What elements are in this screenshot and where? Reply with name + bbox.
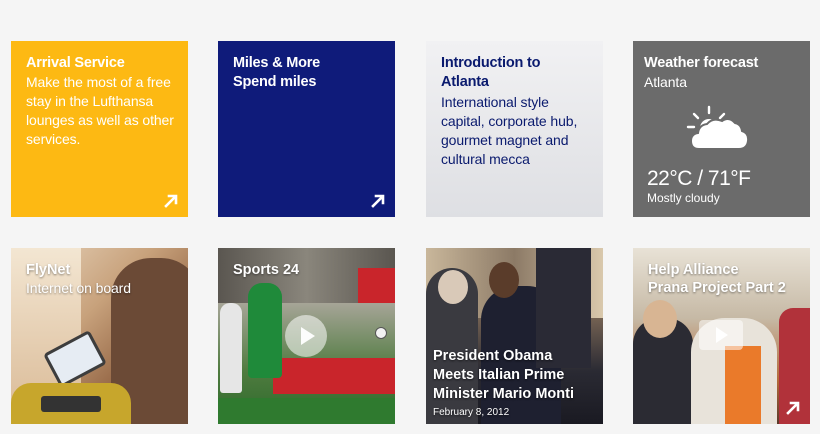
arrow-up-right-icon — [164, 194, 178, 208]
pitch-grass — [218, 398, 395, 424]
arrival-service-title: Arrival Service — [26, 55, 125, 71]
introduction-to-atlanta-tile[interactable]: Introduction to Atlanta International st… — [426, 41, 603, 217]
flynet-tile[interactable]: FlyNet Internet on board — [11, 248, 188, 424]
person-center-head — [489, 262, 519, 298]
weather-city: Atlanta — [644, 74, 687, 90]
arrow-up-right-icon — [371, 194, 385, 208]
help-alliance-title-block: Help Alliance Prana Project Part 2 — [648, 261, 800, 297]
partly-cloudy-icon — [686, 105, 750, 150]
flynet-subtitle: Internet on board — [26, 280, 131, 296]
weather-forecast-tile[interactable]: Weather forecast Atlanta 22°C / 71°F Mos… — [633, 41, 810, 217]
weather-title: Weather forecast — [644, 55, 759, 71]
flynet-title: FlyNet — [26, 262, 71, 278]
advertising-board — [273, 358, 395, 394]
flynet-title-block: FlyNet Internet on board — [26, 261, 178, 298]
sports-title: Sports 24 — [233, 262, 300, 278]
obama-headline: President Obama Meets Italian Prime Mini… — [433, 348, 574, 402]
soccer-ball — [375, 327, 387, 339]
weather-condition: Mostly cloudy — [647, 191, 720, 205]
weather-title-block: Weather forecast Atlanta — [644, 54, 802, 92]
orange-garment — [725, 346, 761, 424]
sports-24-tile[interactable]: Sports 24 — [218, 248, 395, 424]
player-green-kit — [248, 283, 282, 378]
sports-title-block: Sports 24 — [233, 261, 385, 279]
help-alliance-title: Help Alliance — [648, 262, 739, 278]
spend-miles-subtitle: Spend miles — [233, 74, 317, 90]
arrival-service-description: Make the most of a free stay in the Luft… — [26, 74, 174, 147]
person-left-head — [643, 300, 677, 338]
armrest — [41, 396, 101, 412]
player-white-kit — [220, 303, 242, 393]
miles-and-more-tile[interactable]: Miles & More Spend miles — [218, 41, 395, 217]
prana-project-subtitle: Prana Project Part 2 — [648, 280, 786, 296]
play-icon[interactable] — [285, 315, 327, 357]
miles-and-more-title: Miles & More — [233, 55, 321, 71]
intro-title: Introduction to Atlanta — [441, 55, 541, 90]
intro-title-block: Introduction to Atlanta International st… — [441, 54, 595, 169]
obama-date: February 8, 2012 — [433, 407, 510, 418]
arrival-service-tile[interactable]: Arrival Service Make the most of a free … — [11, 41, 188, 217]
play-icon[interactable] — [699, 320, 743, 350]
help-alliance-tile[interactable]: Help Alliance Prana Project Part 2 — [633, 248, 810, 424]
miles-and-more-title-block: Miles & More Spend miles — [233, 54, 387, 92]
arrival-service-title-block: Arrival Service Make the most of a free … — [26, 54, 180, 149]
person-left-head — [438, 270, 468, 304]
arrow-up-right-icon — [786, 401, 800, 415]
weather-temperature: 22°C / 71°F — [647, 167, 751, 190]
intro-description: International style capital, corporate h… — [441, 94, 578, 167]
president-obama-news-tile[interactable]: President Obama Meets Italian Prime Mini… — [426, 248, 603, 424]
